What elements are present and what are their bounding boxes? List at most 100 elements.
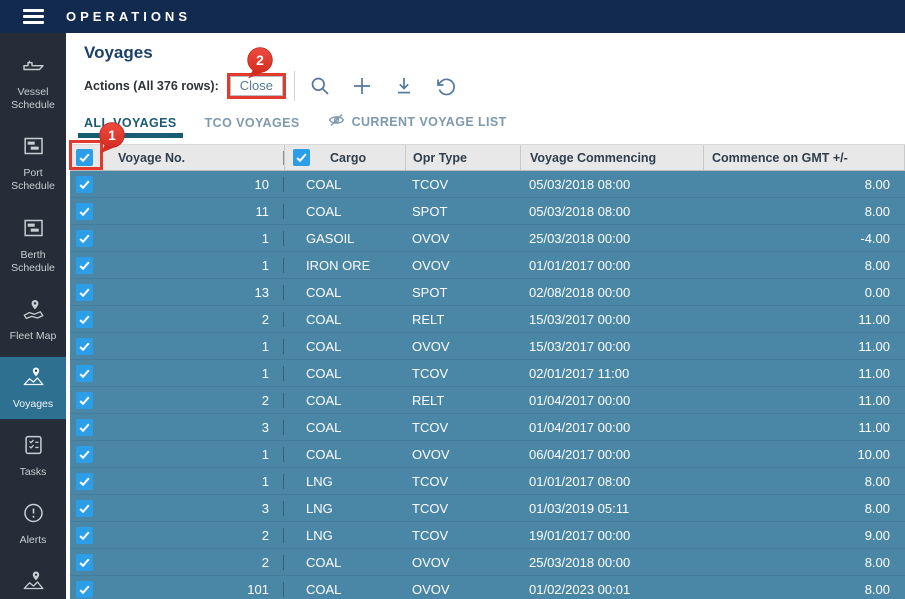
check-icon — [79, 180, 90, 189]
row-checkbox[interactable] — [76, 175, 93, 193]
cell-voyage-no: 1 — [106, 446, 284, 462]
cell-gmt-offset: 8.00 — [864, 257, 890, 273]
table-row[interactable]: 1 GASOIL OVOV 25/03/2018 00:00 -4.00 — [70, 225, 905, 252]
table-row[interactable]: 1 LNG TCOV 01/01/2017 08:00 8.00 — [70, 468, 905, 495]
sidebar-item-voyages[interactable]: Voyages — [0, 356, 66, 419]
column-header-commence-gmt[interactable]: Commence on GMT +/- — [703, 145, 905, 170]
check-icon — [79, 396, 90, 405]
gantt-icon — [21, 134, 46, 163]
row-checkbox-cell — [70, 445, 106, 463]
cell-gmt-offset: 11.00 — [858, 338, 890, 354]
row-checkbox[interactable] — [76, 337, 93, 355]
sidebar-item-port-schedule[interactable]: Port Schedule — [0, 126, 66, 201]
add-icon[interactable] — [351, 75, 373, 97]
check-icon — [79, 450, 90, 459]
table-row[interactable]: 10 COAL TCOV 05/03/2018 08:00 8.00 — [70, 171, 905, 198]
check-icon — [79, 477, 90, 486]
cell-cargo: COAL — [306, 446, 342, 462]
cell-voyage-commencing: 01/01/2017 08:00 — [529, 473, 631, 489]
sidebar-item-fleet-map[interactable]: Fleet Map — [0, 289, 66, 351]
sidebar-item-onboard[interactable]: Onboard — [0, 561, 66, 599]
row-checkbox[interactable] — [76, 391, 93, 409]
check-icon — [79, 342, 90, 351]
row-checkbox[interactable] — [76, 364, 93, 382]
cell-cargo: LNG — [306, 527, 333, 543]
undo-icon[interactable] — [435, 75, 457, 97]
cell-voyage-no: 3 — [106, 500, 284, 516]
column-header-opr-type[interactable]: Opr Type — [405, 145, 520, 170]
cell-voyage-no: 11 — [106, 203, 284, 219]
row-checkbox[interactable] — [76, 256, 93, 274]
table-header-row: Voyage No. Cargo Opr Type Voyage Commencing… — [70, 144, 905, 171]
table-row[interactable]: 1 COAL TCOV 02/01/2017 11:00 11.00 — [70, 360, 905, 387]
cell-voyage-no: 1 — [106, 365, 284, 381]
row-checkbox[interactable] — [76, 499, 93, 517]
row-checkbox[interactable] — [76, 472, 93, 490]
sidebar-item-vessel-schedule[interactable]: Vessel Schedule — [0, 45, 66, 120]
column-header-cargo[interactable]: Cargo — [284, 145, 405, 170]
table-row[interactable]: 11 COAL SPOT 05/03/2018 08:00 8.00 — [70, 198, 905, 225]
cargo-header-checkbox[interactable] — [293, 149, 310, 166]
table-row[interactable]: 2 COAL OVOV 25/03/2018 00:00 8.00 — [70, 549, 905, 576]
row-checkbox[interactable] — [76, 229, 93, 247]
sidebar-item-berth-schedule[interactable]: Berth Schedule — [0, 208, 66, 283]
check-icon — [79, 369, 90, 378]
cell-voyage-no: 1 — [106, 257, 284, 273]
hamburger-menu-icon[interactable] — [0, 9, 66, 24]
table-row[interactable]: 1 IRON ORE OVOV 01/01/2017 00:00 8.00 — [70, 252, 905, 279]
row-checkbox-cell — [70, 202, 106, 220]
column-header-voyage-commencing[interactable]: Voyage Commencing — [520, 145, 703, 170]
tab-all-voyages[interactable]: ALL VOYAGES — [78, 116, 183, 138]
search-icon[interactable] — [309, 75, 331, 97]
table-row[interactable]: 1 COAL OVOV 06/04/2017 00:00 10.00 — [70, 441, 905, 468]
checklist-icon — [21, 433, 46, 462]
row-checkbox-cell — [70, 310, 106, 328]
cell-voyage-no: 1 — [106, 338, 284, 354]
table-row[interactable]: 2 LNG TCOV 19/01/2017 00:00 9.00 — [70, 522, 905, 549]
badge-2-number: 2 — [256, 52, 264, 68]
sidebar-item-tasks[interactable]: Tasks — [0, 425, 66, 487]
row-checkbox[interactable] — [76, 202, 93, 220]
row-checkbox[interactable] — [76, 553, 93, 571]
cell-gmt-offset: 8.00 — [864, 203, 890, 219]
row-checkbox[interactable] — [76, 445, 93, 463]
cell-voyage-no: 3 — [106, 419, 284, 435]
row-checkbox[interactable] — [76, 283, 93, 301]
cell-cargo: COAL — [306, 554, 342, 570]
cell-cargo: COAL — [306, 392, 342, 408]
cell-opr-type: OVOV — [412, 581, 450, 597]
cell-voyage-commencing: 15/03/2017 00:00 — [529, 311, 631, 327]
download-icon[interactable] — [393, 75, 415, 97]
table-row[interactable]: 13 COAL SPOT 02/08/2018 00:00 0.00 — [70, 279, 905, 306]
row-checkbox[interactable] — [76, 310, 93, 328]
check-icon — [79, 234, 90, 243]
row-checkbox[interactable] — [76, 580, 93, 598]
cell-voyage-no: 2 — [106, 392, 284, 408]
app-title: OPERATIONS — [66, 9, 191, 24]
table-row[interactable]: 1 COAL OVOV 15/03/2017 00:00 11.00 — [70, 333, 905, 360]
row-checkbox[interactable] — [76, 418, 93, 436]
row-checkbox-cell — [70, 283, 106, 301]
table-row[interactable]: 3 LNG TCOV 01/03/2019 05:11 8.00 — [70, 495, 905, 522]
sidebar-item-alerts[interactable]: Alerts — [0, 493, 66, 555]
tab-current-voyage-list[interactable]: CURRENT VOYAGE LIST — [322, 113, 513, 138]
check-icon — [79, 423, 90, 432]
row-checkbox[interactable] — [76, 526, 93, 544]
row-checkbox-cell — [70, 337, 106, 355]
cell-opr-type: SPOT — [412, 284, 448, 300]
table-row[interactable]: 3 COAL TCOV 01/04/2017 00:00 11.00 — [70, 414, 905, 441]
cell-opr-type: OVOV — [412, 338, 450, 354]
sidebar-item-label: Voyages — [12, 397, 54, 410]
cell-voyage-commencing: 01/04/2017 00:00 — [529, 419, 631, 435]
cell-opr-type: TCOV — [412, 365, 449, 381]
cell-gmt-offset: 8.00 — [864, 473, 890, 489]
table-row[interactable]: 2 COAL RELT 15/03/2017 00:00 11.00 — [70, 306, 905, 333]
cell-cargo: COAL — [306, 419, 342, 435]
top-app-bar: OPERATIONS — [0, 0, 905, 33]
table-row[interactable]: 2 COAL RELT 01/04/2017 00:00 11.00 — [70, 387, 905, 414]
row-checkbox-cell — [70, 499, 106, 517]
table-row[interactable]: 101 COAL OVOV 01/02/2023 00:01 8.00 — [70, 576, 905, 599]
tab-tco-voyages[interactable]: TCO VOYAGES — [199, 116, 306, 138]
column-header-voyage-no[interactable]: Voyage No. — [106, 150, 284, 165]
cell-gmt-offset: 11.00 — [858, 311, 890, 327]
